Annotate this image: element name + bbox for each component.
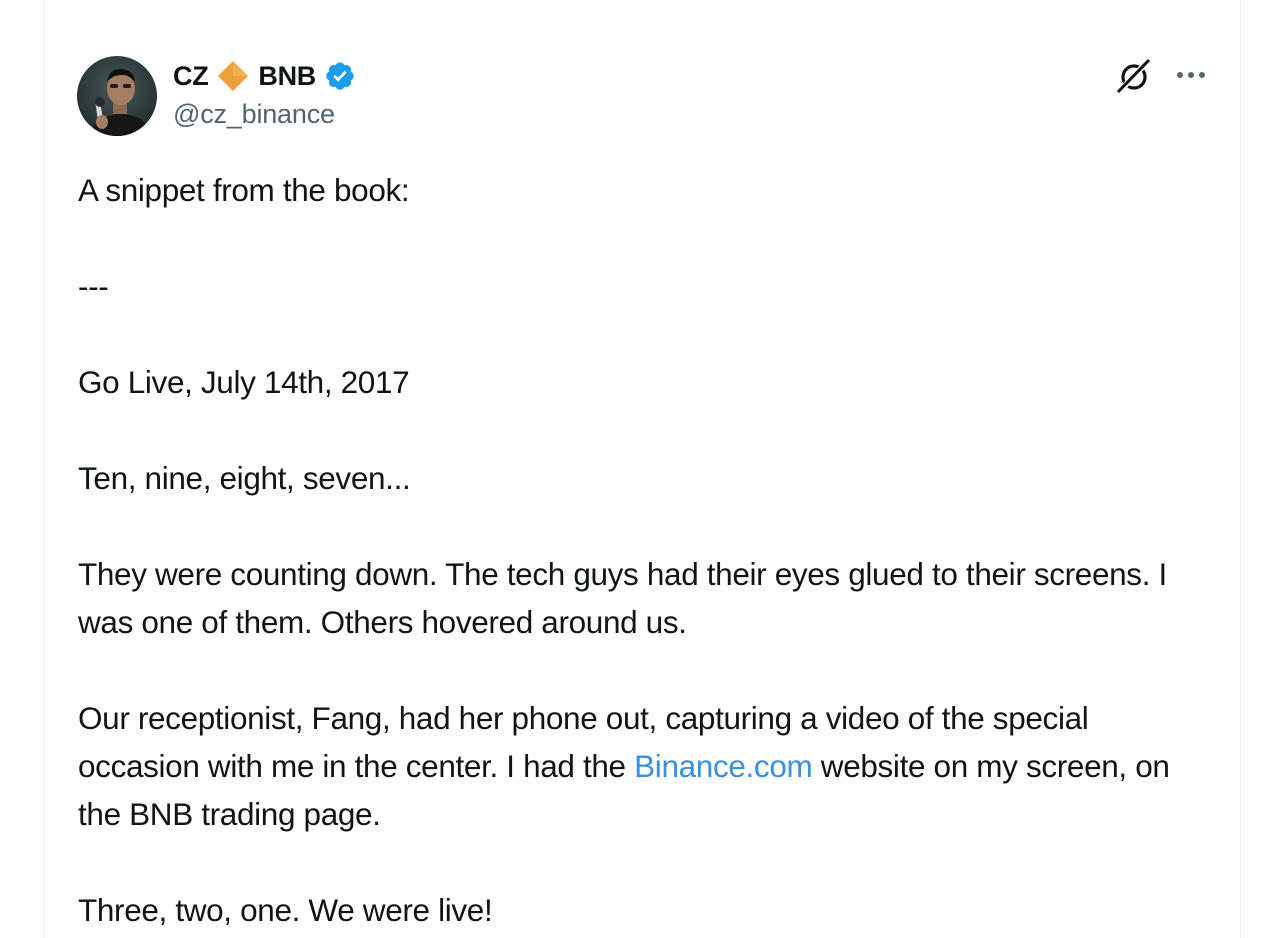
author-name-second: BNB (258, 60, 317, 91)
tweet-paragraph-countdown: Ten, nine, eight, seven... (78, 460, 411, 496)
grok-button[interactable] (1114, 56, 1154, 96)
binance-link[interactable]: Binance.com (634, 748, 813, 784)
verified-badge-icon (326, 62, 354, 90)
author-name-first: CZ (173, 60, 209, 91)
more-options-icon (1177, 72, 1205, 78)
tweet-paragraph-date: Go Live, July 14th, 2017 (78, 364, 410, 400)
tweet-paragraph-receptionist: Our receptionist, Fang, had her phone ou… (78, 694, 1208, 838)
tweet-text: A snippet from the book: --- Go Live, Ju… (78, 166, 1208, 934)
tweet-paragraph-live: Three, two, one. We were live! (78, 892, 493, 928)
more-options-button[interactable] (1172, 58, 1210, 92)
orange-diamond-icon (218, 61, 249, 91)
person-with-microphone-avatar-icon (77, 56, 157, 136)
tweet-paragraph-separator: --- (78, 268, 109, 304)
tweet-paragraph-intro: A snippet from the book: (78, 172, 410, 208)
grok-icon (1116, 58, 1151, 95)
tweet-paragraph-tech-guys: They were counting down. The tech guys h… (78, 556, 1176, 640)
author-handle[interactable]: @cz_binance (173, 99, 335, 130)
author-name-row[interactable]: CZ BNB (173, 58, 356, 94)
avatar[interactable] (77, 56, 157, 136)
